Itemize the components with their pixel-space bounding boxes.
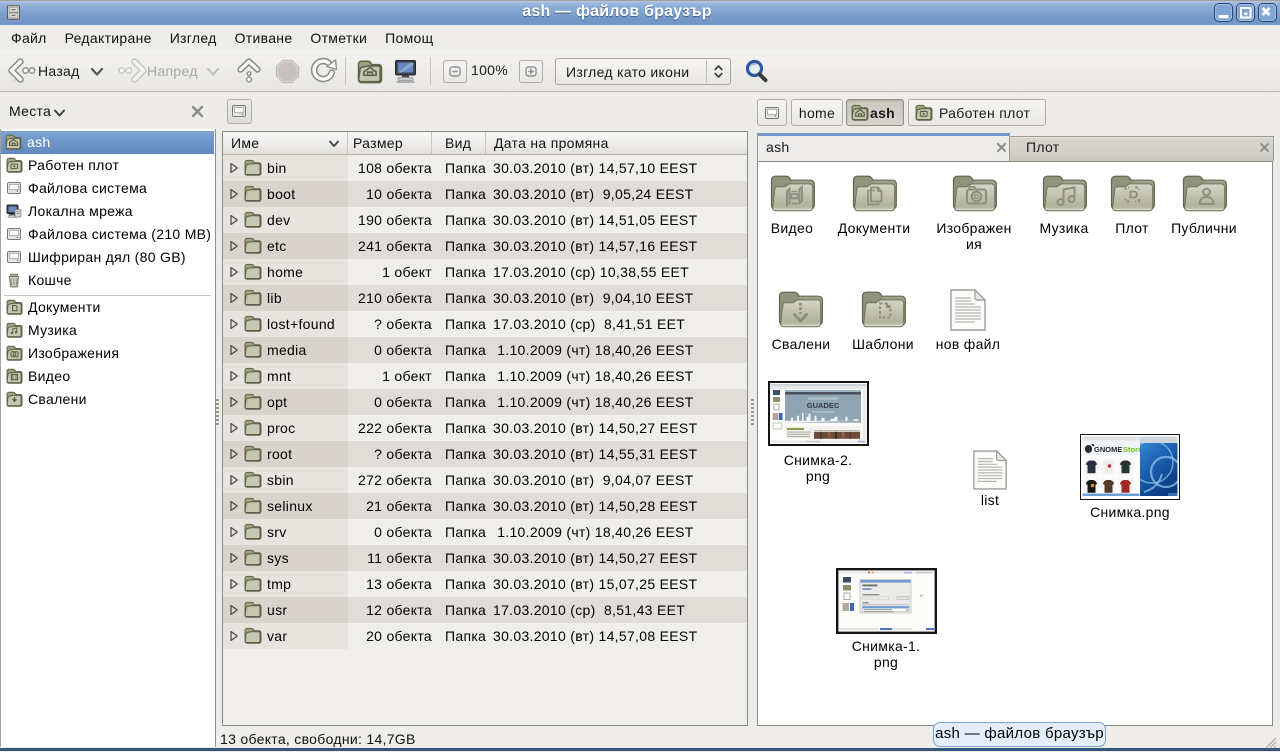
svg-text:Store: Store	[1123, 445, 1142, 454]
svg-text:GNOME: GNOME	[1094, 445, 1122, 454]
svg-text:GUADEC: GUADEC	[807, 401, 840, 410]
